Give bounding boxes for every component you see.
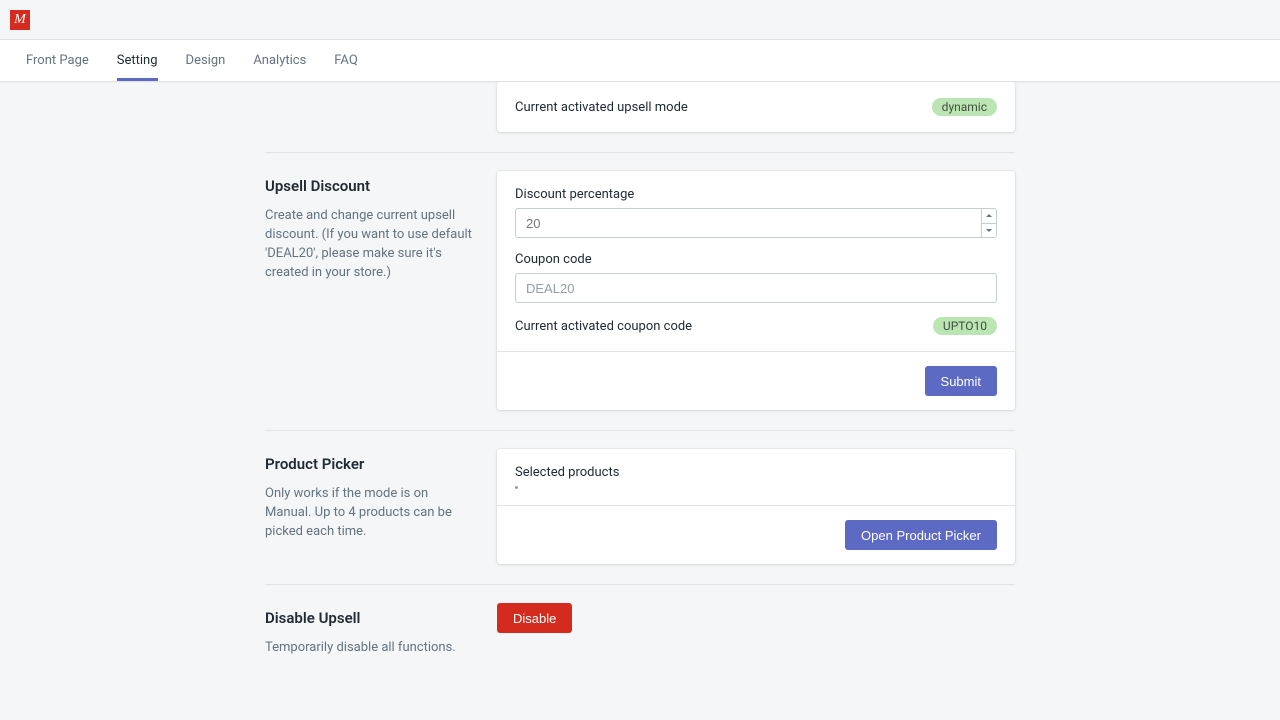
submit-button[interactable]: Submit [925, 366, 997, 396]
product-picker-title: Product Picker [265, 455, 477, 473]
section-product-picker: Product Picker Only works if the mode is… [265, 430, 1015, 584]
chevron-up-icon [986, 214, 992, 217]
discount-percentage-input[interactable] [515, 208, 981, 238]
tab-faq[interactable]: FAQ [320, 40, 371, 81]
tab-front-page[interactable]: Front Page [12, 40, 103, 81]
top-header: M [0, 0, 1280, 40]
selected-products-empty [515, 486, 518, 489]
disable-button[interactable]: Disable [497, 603, 572, 633]
tab-setting[interactable]: Setting [103, 40, 172, 81]
upsell-mode-status-label: Current activated upsell mode [515, 100, 688, 115]
page-body: Current activated upsell mode dynamic Up… [0, 82, 1280, 720]
upsell-discount-description: Create and change current upsell discoun… [265, 207, 477, 282]
open-product-picker-button[interactable]: Open Product Picker [845, 520, 997, 550]
coupon-code-input[interactable] [515, 273, 997, 303]
upsell-discount-title: Upsell Discount [265, 177, 477, 195]
stepper-up-button[interactable] [982, 209, 996, 223]
tab-design[interactable]: Design [172, 40, 240, 81]
section-disable-upsell: Disable Upsell Temporarily disable all f… [265, 584, 1015, 678]
product-picker-description: Only works if the mode is on Manual. Up … [265, 485, 477, 542]
discount-percentage-label: Discount percentage [515, 187, 997, 202]
discount-percentage-stepper [981, 208, 997, 238]
app-logo: M [10, 10, 30, 30]
disable-upsell-title: Disable Upsell [265, 609, 477, 627]
stepper-down-button[interactable] [982, 223, 996, 238]
tab-bar: Front Page Setting Design Analytics FAQ [0, 40, 1280, 82]
section-upsell-mode: Current activated upsell mode dynamic [265, 82, 1015, 152]
coupon-code-label: Coupon code [515, 252, 997, 267]
chevron-down-icon [986, 229, 992, 232]
section-upsell-discount: Upsell Discount Create and change curren… [265, 152, 1015, 430]
disable-upsell-description: Temporarily disable all functions. [265, 639, 477, 658]
coupon-status-badge: UPTO10 [933, 317, 997, 335]
coupon-status-label: Current activated coupon code [515, 319, 692, 334]
upsell-mode-status-badge: dynamic [932, 98, 997, 116]
selected-products-label: Selected products [515, 465, 997, 480]
tab-analytics[interactable]: Analytics [239, 40, 320, 81]
